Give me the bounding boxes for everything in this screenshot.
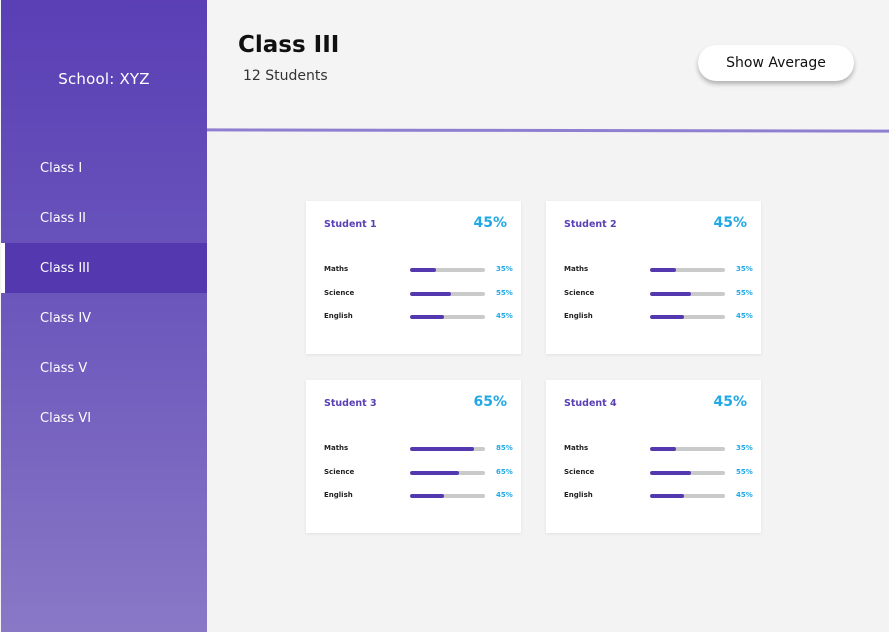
app: School: XYZ Class I Class II Class III C… — [0, 0, 889, 632]
sidebar-item-class-3[interactable]: Class III — [1, 243, 207, 293]
subject-percent: 45% — [736, 312, 753, 320]
progress-track — [410, 447, 485, 451]
progress-track — [650, 494, 725, 498]
student-name: Student 1 — [324, 219, 377, 230]
subject-percent: 55% — [736, 289, 753, 297]
subject-name: English — [324, 312, 353, 320]
subject-row-maths: Maths 35% — [564, 444, 756, 454]
student-card-1[interactable]: Student 1 45% Maths 35% Science 55% Engl… — [306, 201, 521, 354]
student-average: 45% — [713, 215, 747, 231]
progress-track — [650, 315, 725, 319]
sidebar-item-label: Class III — [40, 260, 90, 276]
subject-percent: 85% — [496, 444, 513, 452]
subject-row-maths: Maths 35% — [324, 265, 516, 275]
subject-name: Maths — [324, 444, 349, 452]
sidebar-item-class-5[interactable]: Class V — [1, 343, 207, 393]
progress-track — [410, 268, 485, 272]
progress-fill — [410, 471, 459, 475]
subject-percent: 35% — [736, 444, 753, 452]
progress-track — [650, 292, 725, 296]
subject-row-science: Science 55% — [564, 468, 756, 478]
subject-row-maths: Maths 35% — [564, 265, 756, 275]
show-average-button[interactable]: Show Average — [698, 45, 854, 81]
student-average: 45% — [713, 394, 747, 410]
subject-percent: 65% — [496, 468, 513, 476]
subject-name: English — [564, 491, 593, 499]
sidebar-item-class-6[interactable]: Class VI — [1, 393, 207, 443]
subject-name: Maths — [564, 265, 589, 273]
subject-row-english: English 45% — [564, 491, 756, 501]
student-name: Student 3 — [324, 398, 377, 409]
subject-percent: 35% — [736, 265, 753, 273]
progress-track — [650, 447, 725, 451]
students-count: 12 Students — [243, 68, 328, 84]
subject-percent: 45% — [496, 312, 513, 320]
subject-name: Science — [564, 289, 595, 297]
subject-row-english: English 45% — [324, 491, 516, 501]
progress-fill — [410, 494, 444, 498]
progress-track — [410, 315, 485, 319]
progress-track — [650, 268, 725, 272]
progress-fill — [650, 447, 677, 451]
student-name: Student 2 — [564, 219, 617, 230]
subject-percent: 35% — [496, 265, 513, 273]
subject-name: English — [564, 312, 593, 320]
sidebar: School: XYZ Class I Class II Class III C… — [1, 0, 207, 632]
progress-fill — [650, 494, 684, 498]
subject-row-science: Science 65% — [324, 468, 516, 478]
student-card-4[interactable]: Student 4 45% Maths 35% Science 55% Engl… — [546, 380, 761, 533]
sidebar-item-label: Class VI — [40, 410, 92, 426]
student-name: Student 4 — [564, 398, 617, 409]
subject-percent: 55% — [496, 289, 513, 297]
progress-fill — [650, 268, 677, 272]
subject-row-science: Science 55% — [324, 289, 516, 299]
subject-row-english: English 45% — [564, 312, 756, 322]
progress-fill — [650, 471, 692, 475]
subject-name: Science — [324, 289, 355, 297]
subject-name: Maths — [324, 265, 349, 273]
subject-row-science: Science 55% — [564, 289, 756, 299]
sidebar-item-class-4[interactable]: Class IV — [1, 293, 207, 343]
student-card-2[interactable]: Student 2 45% Maths 35% Science 55% Engl… — [546, 201, 761, 354]
sidebar-item-label: Class II — [40, 210, 87, 226]
subject-percent: 55% — [736, 468, 753, 476]
student-card-3[interactable]: Student 3 65% Maths 85% Science 65% Engl… — [306, 380, 521, 533]
progress-track — [410, 292, 485, 296]
subject-percent: 45% — [496, 491, 513, 499]
subject-row-maths: Maths 85% — [324, 444, 516, 454]
page-header: Class III 12 Students Show Average — [207, 0, 889, 132]
sidebar-item-label: Class V — [40, 360, 88, 376]
progress-fill — [410, 315, 444, 319]
sidebar-item-label: Class I — [40, 160, 83, 176]
subject-name: Science — [324, 468, 355, 476]
subject-name: Science — [564, 468, 595, 476]
sidebar-item-class-2[interactable]: Class II — [1, 193, 207, 243]
sidebar-item-label: Class IV — [40, 310, 92, 326]
progress-track — [650, 471, 725, 475]
subject-row-english: English 45% — [324, 312, 516, 322]
subject-name: Maths — [564, 444, 589, 452]
progress-fill — [650, 292, 692, 296]
sidebar-item-class-1[interactable]: Class I — [1, 143, 207, 193]
progress-fill — [650, 315, 684, 319]
school-name: School: XYZ — [58, 70, 150, 88]
subject-percent: 45% — [736, 491, 753, 499]
student-average: 65% — [473, 394, 507, 410]
page-title: Class III — [238, 32, 340, 58]
student-average: 45% — [473, 215, 507, 231]
subject-name: English — [324, 491, 353, 499]
progress-fill — [410, 447, 474, 451]
progress-track — [410, 471, 485, 475]
class-nav: Class I Class II Class III Class IV Clas… — [1, 143, 207, 443]
progress-fill — [410, 268, 437, 272]
progress-fill — [410, 292, 452, 296]
progress-track — [410, 494, 485, 498]
